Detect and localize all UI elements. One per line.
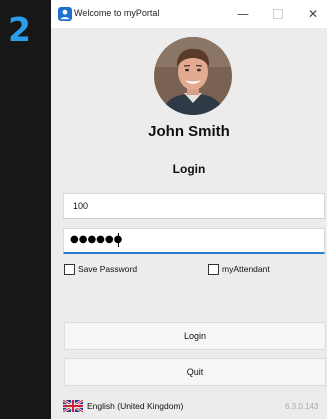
save-password-label: Save Password	[78, 264, 138, 274]
quit-button[interactable]: Quit	[64, 358, 326, 386]
close-icon: ✕	[307, 7, 319, 21]
version-label: 6.3.0.143	[285, 402, 319, 411]
myattendant-label: myAttendant	[222, 264, 270, 274]
myattendant-checkbox[interactable]	[208, 264, 219, 275]
minimize-button[interactable]: —	[229, 4, 257, 24]
myportal-app-icon	[58, 7, 72, 21]
myattendant-option[interactable]: myAttendant	[208, 264, 308, 276]
text-caret	[118, 233, 119, 247]
maximize-button[interactable]	[264, 4, 292, 24]
minimize-icon: —	[237, 7, 249, 21]
language-label: English (United Kingdom)	[87, 401, 184, 411]
save-password-checkbox[interactable]	[64, 264, 75, 275]
login-button[interactable]: Login	[64, 322, 326, 350]
password-mask: ●●●●●●	[70, 234, 123, 245]
title-bar: Welcome to myPortal — ✕	[51, 0, 327, 28]
username-field[interactable]	[63, 193, 325, 219]
login-heading: Login	[172, 162, 206, 176]
login-window: Welcome to myPortal — ✕ John Smith Login	[51, 0, 327, 419]
save-password-option[interactable]: Save Password	[64, 264, 184, 276]
user-photo	[154, 37, 232, 115]
step-number: 2	[8, 10, 31, 49]
window-title: Welcome to myPortal	[74, 8, 160, 18]
close-button[interactable]: ✕	[299, 4, 327, 24]
avatar	[154, 37, 232, 115]
maximize-icon	[273, 8, 283, 19]
uk-flag-icon	[63, 400, 83, 412]
user-name: John Smith	[148, 123, 230, 140]
